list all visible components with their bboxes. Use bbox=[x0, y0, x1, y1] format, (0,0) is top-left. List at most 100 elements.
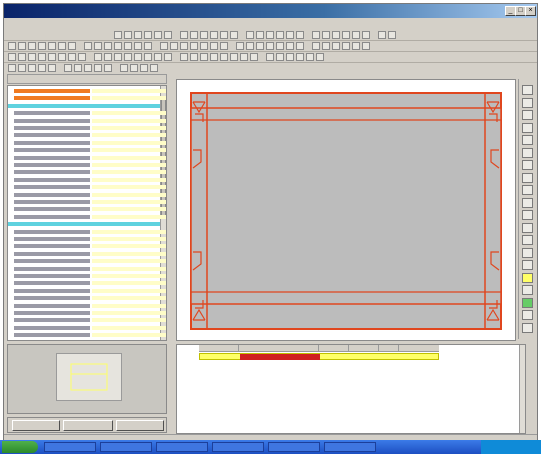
toolbar-button[interactable] bbox=[286, 42, 294, 50]
property-value[interactable] bbox=[92, 318, 166, 323]
toolbar-button[interactable] bbox=[286, 31, 294, 39]
toolbar-button[interactable] bbox=[180, 31, 188, 39]
grid-col-6[interactable] bbox=[399, 345, 439, 352]
toolbar-button[interactable] bbox=[296, 31, 304, 39]
toolbar-button[interactable] bbox=[64, 64, 72, 72]
toolbar-button[interactable] bbox=[266, 31, 274, 39]
property-row[interactable] bbox=[8, 333, 166, 338]
toolbar-button[interactable] bbox=[8, 53, 16, 61]
grid-col-4[interactable] bbox=[349, 345, 379, 352]
toolbar-button[interactable] bbox=[28, 42, 36, 50]
property-value[interactable] bbox=[92, 126, 166, 130]
property-row[interactable] bbox=[8, 163, 166, 167]
tool-button[interactable] bbox=[522, 122, 533, 133]
property-value[interactable] bbox=[92, 303, 166, 308]
properties-scrollbar[interactable] bbox=[160, 86, 166, 340]
toolbar-button[interactable] bbox=[164, 53, 172, 61]
toolbar-button[interactable] bbox=[200, 31, 208, 39]
property-row[interactable] bbox=[8, 140, 166, 145]
toolbar-button[interactable] bbox=[332, 31, 340, 39]
toolbar-button[interactable] bbox=[94, 42, 102, 50]
property-row[interactable] bbox=[8, 89, 166, 93]
toolbar-button[interactable] bbox=[312, 42, 320, 50]
toolbar-button[interactable] bbox=[58, 53, 66, 61]
toolbar-button[interactable] bbox=[276, 42, 284, 50]
toolbar-button[interactable] bbox=[144, 42, 152, 50]
property-value[interactable] bbox=[92, 111, 166, 116]
property-row[interactable] bbox=[8, 192, 166, 197]
property-value[interactable] bbox=[92, 118, 166, 123]
toolbar-button[interactable] bbox=[352, 31, 360, 39]
toolbar-button[interactable] bbox=[246, 31, 254, 39]
property-value[interactable] bbox=[92, 333, 166, 338]
property-row[interactable] bbox=[8, 266, 166, 271]
toolbar-button[interactable] bbox=[134, 42, 142, 50]
toolbar-button[interactable] bbox=[256, 42, 264, 50]
tool-button[interactable] bbox=[522, 310, 533, 320]
toolbar-button[interactable] bbox=[190, 53, 198, 61]
tool-button[interactable] bbox=[522, 160, 533, 170]
tool-button[interactable] bbox=[522, 322, 533, 333]
property-value[interactable] bbox=[92, 237, 166, 241]
toolbar-button[interactable] bbox=[18, 42, 26, 50]
tool-button[interactable] bbox=[522, 260, 533, 270]
property-value[interactable] bbox=[92, 140, 166, 145]
panel-tab-2[interactable] bbox=[63, 420, 113, 431]
toolbar-button[interactable] bbox=[296, 53, 304, 61]
toolbar-button[interactable] bbox=[144, 53, 152, 61]
property-value[interactable] bbox=[92, 207, 166, 212]
toolbar-button[interactable] bbox=[210, 42, 218, 50]
property-value[interactable] bbox=[92, 281, 166, 286]
property-row[interactable] bbox=[8, 288, 166, 293]
property-value[interactable] bbox=[92, 288, 166, 293]
toolbar-button[interactable] bbox=[28, 53, 36, 61]
toolbar-button[interactable] bbox=[322, 42, 330, 50]
toolbar-button[interactable] bbox=[38, 64, 46, 72]
property-row[interactable] bbox=[8, 281, 166, 286]
grid-col-2[interactable] bbox=[239, 345, 319, 352]
toolbar-button[interactable] bbox=[124, 53, 132, 61]
property-value[interactable] bbox=[92, 155, 166, 160]
property-row[interactable] bbox=[8, 148, 166, 153]
toolbar-button[interactable] bbox=[306, 53, 314, 61]
toolbar-button[interactable] bbox=[140, 64, 148, 72]
toolbar-button[interactable] bbox=[104, 53, 112, 61]
toolbar-button[interactable] bbox=[210, 53, 218, 61]
tool-button[interactable] bbox=[522, 97, 533, 108]
tool-button[interactable] bbox=[522, 285, 533, 295]
grid-col-3[interactable] bbox=[319, 345, 349, 352]
property-value[interactable] bbox=[92, 214, 166, 219]
toolbar-button[interactable] bbox=[134, 53, 142, 61]
toolbar-button[interactable] bbox=[74, 64, 82, 72]
toolbar-button[interactable] bbox=[124, 42, 132, 50]
toolbar-button[interactable] bbox=[276, 53, 284, 61]
toolbar-button[interactable] bbox=[246, 42, 254, 50]
taskbar-button[interactable] bbox=[212, 442, 264, 452]
toolbar-button[interactable] bbox=[312, 31, 320, 39]
tool-button[interactable] bbox=[522, 210, 533, 220]
part-drawing[interactable] bbox=[177, 80, 515, 340]
toolbar-button[interactable] bbox=[180, 42, 188, 50]
toolbar-button[interactable] bbox=[210, 31, 218, 39]
property-value[interactable] bbox=[92, 192, 166, 197]
property-value[interactable] bbox=[92, 200, 166, 204]
property-value[interactable] bbox=[92, 274, 166, 278]
toolbar-button[interactable] bbox=[342, 31, 350, 39]
property-value[interactable] bbox=[92, 244, 166, 249]
toolbar-button[interactable] bbox=[220, 31, 228, 39]
toolbar-button[interactable] bbox=[84, 42, 92, 50]
toolbar-button[interactable] bbox=[114, 31, 122, 39]
property-value[interactable] bbox=[92, 185, 166, 190]
property-value[interactable] bbox=[92, 266, 166, 271]
start-button[interactable] bbox=[2, 441, 38, 453]
toolbar-button[interactable] bbox=[322, 31, 330, 39]
tool-button[interactable] bbox=[522, 197, 533, 208]
property-row[interactable] bbox=[8, 207, 166, 212]
toolbar-button[interactable] bbox=[48, 53, 56, 61]
toolbar-button[interactable] bbox=[256, 31, 264, 39]
property-row[interactable] bbox=[8, 200, 166, 204]
grid-col-5[interactable] bbox=[379, 345, 399, 352]
tool-button[interactable] bbox=[522, 235, 533, 245]
property-value[interactable] bbox=[92, 89, 166, 93]
property-row[interactable] bbox=[8, 214, 166, 219]
